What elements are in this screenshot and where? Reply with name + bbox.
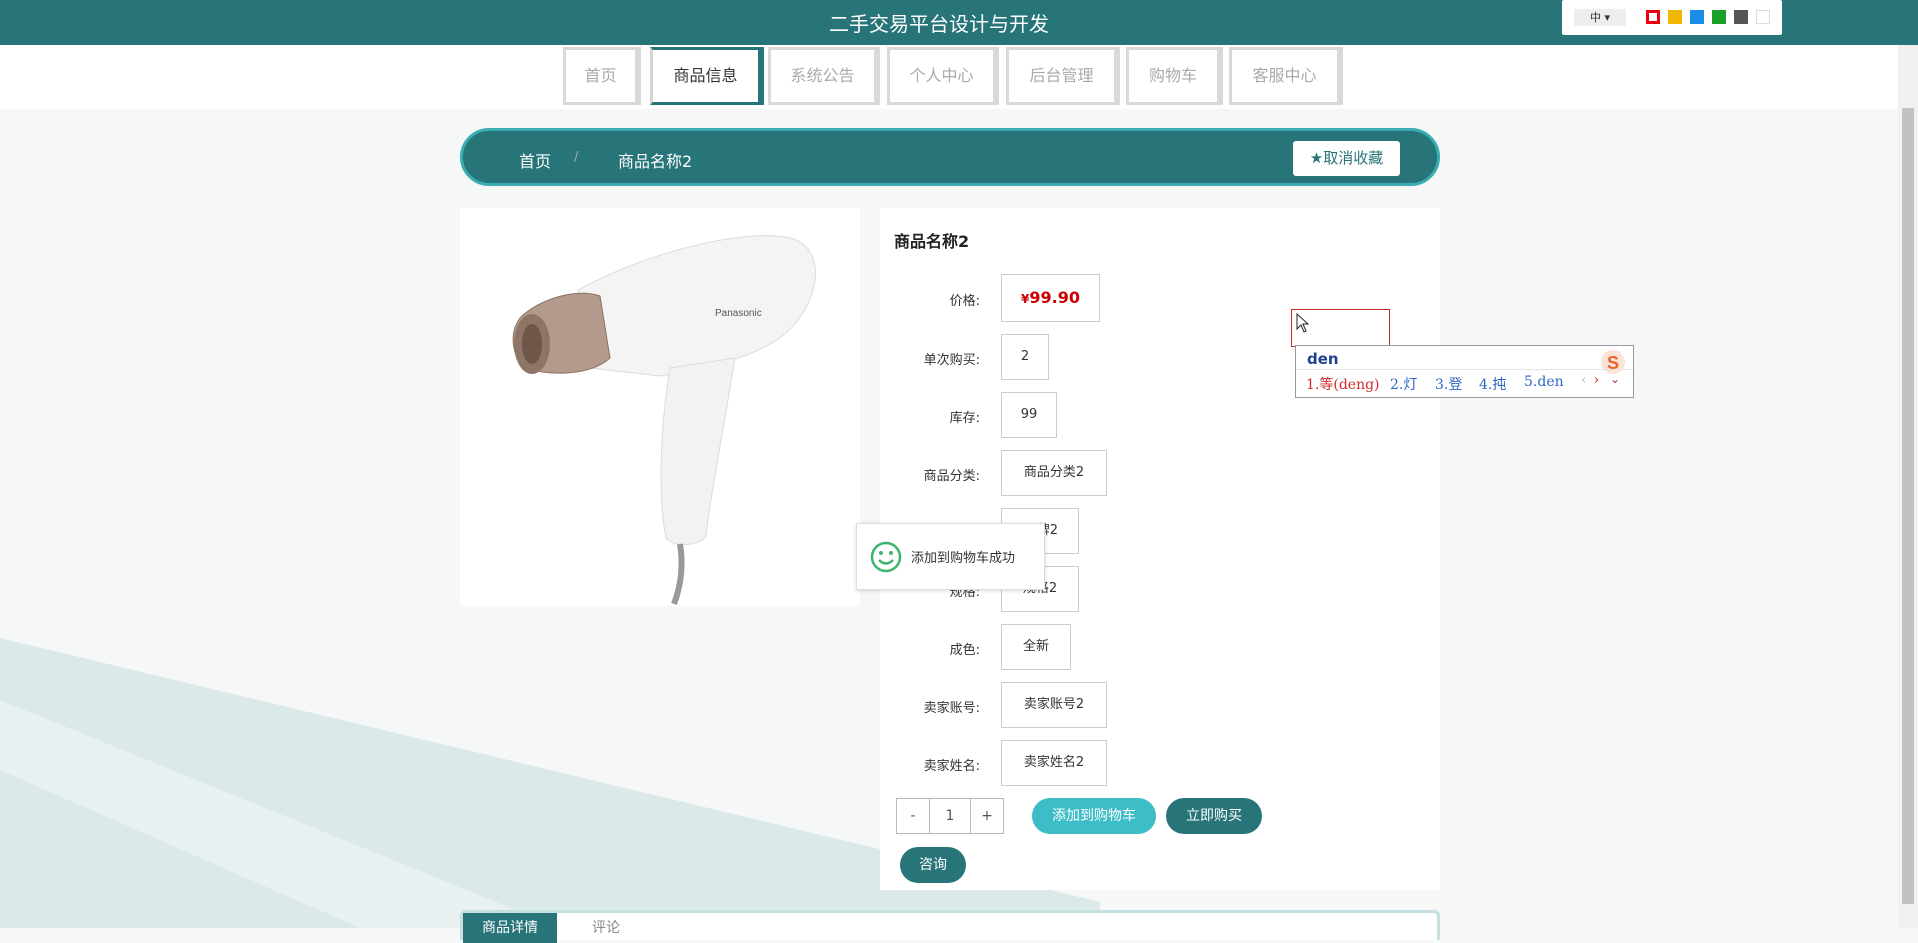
brand-logo: Panasonic	[715, 308, 762, 319]
theme-swatch-red[interactable]	[1646, 10, 1660, 24]
detail-tabs: 商品详情 评论	[460, 910, 1440, 943]
per-purchase-value: 2	[1001, 334, 1049, 380]
add-to-cart-button[interactable]: 添加到购物车	[1032, 798, 1156, 834]
star-icon: ★	[1309, 149, 1324, 167]
ime-candidate-3[interactable]: 3.登	[1435, 374, 1462, 394]
scrollbar-thumb[interactable]	[1902, 108, 1914, 904]
ime-next-icon[interactable]: ›	[1594, 373, 1599, 388]
success-toast: 添加到购物车成功	[856, 523, 1045, 590]
ime-candidate-5[interactable]: 5.den	[1524, 374, 1564, 390]
product-image: Panasonic	[460, 208, 860, 606]
theme-swatch-green[interactable]	[1712, 10, 1726, 24]
unfavorite-button[interactable]: ★取消收藏	[1293, 141, 1400, 176]
quantity-minus-button[interactable]: -	[896, 798, 930, 834]
breadcrumb-home-link[interactable]: 首页	[519, 148, 551, 172]
ime-divider	[1296, 369, 1633, 370]
stock-label: 库存:	[949, 411, 980, 426]
toast-message: 添加到购物车成功	[911, 551, 1016, 566]
smile-icon	[870, 541, 902, 573]
seller-account-label: 卖家账号:	[923, 701, 980, 716]
ime-candidate-4[interactable]: 4.扽	[1479, 374, 1506, 394]
category-value: 商品分类2	[1001, 450, 1107, 496]
page-scrollbar[interactable]	[1898, 45, 1918, 928]
ime-prev-icon[interactable]: ‹	[1581, 373, 1586, 388]
language-select[interactable]: 中 ▾	[1574, 9, 1626, 26]
mouse-cursor-icon	[1296, 313, 1310, 333]
hair-dryer-image: Panasonic	[512, 235, 816, 606]
quantity-input[interactable]: 1	[929, 798, 971, 834]
nav-item-service[interactable]: 客服中心	[1229, 47, 1343, 105]
buy-now-button[interactable]: 立即购买	[1166, 798, 1262, 834]
breadcrumb-current: 商品名称2	[618, 152, 693, 171]
consult-button[interactable]: 咨询	[900, 847, 966, 883]
nav-item-home[interactable]: 首页	[563, 47, 641, 105]
nav-item-announcements[interactable]: 系统公告	[768, 47, 880, 105]
condition-label: 成色:	[949, 643, 980, 658]
ime-candidate-window: den S 1.等(deng) 2.灯 3.登 4.扽 5.den ‹ › ⌄	[1295, 345, 1634, 398]
breadcrumb: 首页 / 商品名称2 ★取消收藏	[460, 128, 1440, 186]
theme-swatch-white[interactable]	[1756, 10, 1770, 24]
ime-composition: den	[1307, 350, 1339, 368]
ime-expand-icon[interactable]: ⌄	[1610, 372, 1620, 386]
focused-input[interactable]	[1291, 309, 1390, 347]
product-title: 商品名称2	[894, 232, 970, 251]
nav-item-cart[interactable]: 购物车	[1126, 47, 1223, 105]
top-bar: 二手交易平台设计与开发 中 ▾	[0, 0, 1918, 45]
seller-account-value: 卖家账号2	[1001, 682, 1107, 728]
condition-value: 全新	[1001, 624, 1071, 670]
theme-swatch-blue[interactable]	[1690, 10, 1704, 24]
theme-switcher: 中 ▾	[1562, 0, 1782, 35]
per-purchase-label: 单次购买:	[923, 353, 980, 368]
theme-swatch-gray[interactable]	[1734, 10, 1748, 24]
ime-candidate-2[interactable]: 2.灯	[1390, 374, 1417, 394]
breadcrumb-separator: /	[574, 150, 579, 165]
nav-item-products[interactable]: 商品信息	[650, 47, 764, 105]
stock-value: 99	[1001, 392, 1057, 438]
tab-comments[interactable]: 评论	[559, 913, 653, 943]
price-label: 价格:	[949, 294, 980, 309]
category-label: 商品分类:	[923, 469, 980, 484]
svg-text:S: S	[1607, 353, 1619, 373]
theme-swatch-yellow[interactable]	[1668, 10, 1682, 24]
nav-item-admin[interactable]: 后台管理	[1006, 47, 1120, 105]
price-value: ¥99.90	[1001, 274, 1100, 322]
seller-name-label: 卖家姓名:	[923, 759, 980, 774]
seller-name-value: 卖家姓名2	[1001, 740, 1107, 786]
nav-item-profile[interactable]: 个人中心	[887, 47, 999, 105]
ime-candidate-1[interactable]: 1.等(deng)	[1306, 374, 1380, 394]
quantity-plus-button[interactable]: +	[970, 798, 1004, 834]
tab-product-details[interactable]: 商品详情	[463, 913, 557, 943]
